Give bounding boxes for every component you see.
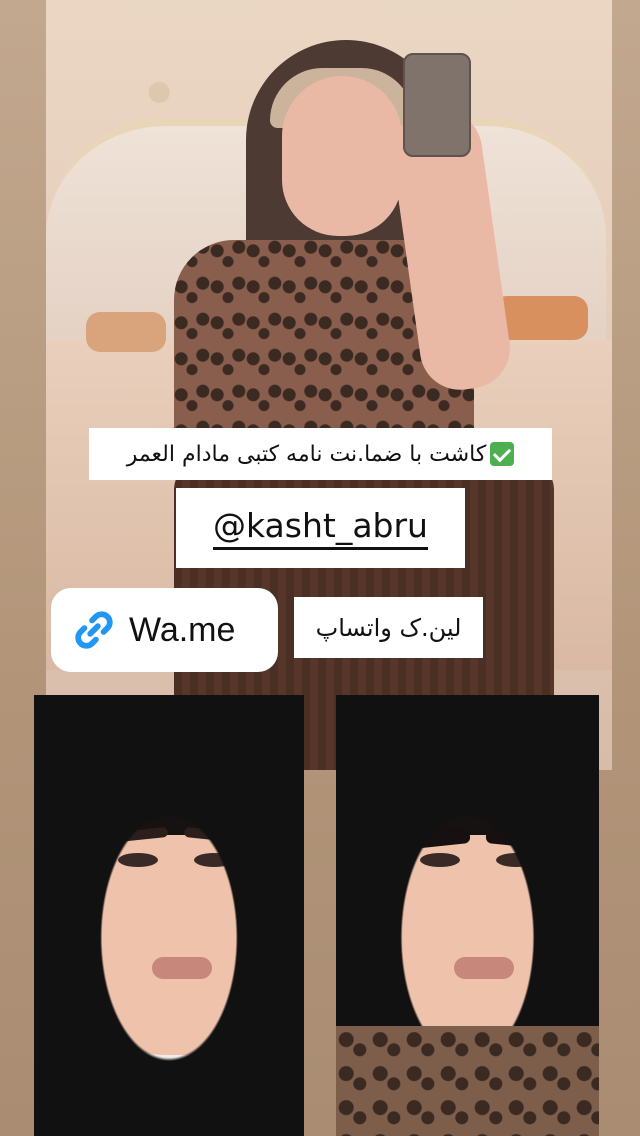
whatsapp-link-sticker[interactable]: Wa.me bbox=[51, 588, 278, 672]
mention-sticker[interactable]: @kasht_abru bbox=[176, 488, 465, 568]
caption-sticker: کاشت با ضما.نت نامه کتبی مادام العمر bbox=[89, 428, 552, 480]
whatsapp-label-sticker: لین.ک واتساپ bbox=[294, 597, 483, 658]
phone-in-hand bbox=[403, 53, 471, 157]
pillow-left bbox=[86, 312, 166, 352]
whatsapp-label-text: لین.ک واتساپ bbox=[315, 613, 462, 642]
link-label[interactable]: Wa.me bbox=[129, 611, 235, 650]
link-icon bbox=[75, 611, 113, 649]
before-photo bbox=[34, 695, 304, 1136]
caption-text: کاشت با ضما.نت نامه کتبی مادام العمر bbox=[126, 441, 487, 467]
face bbox=[282, 76, 402, 236]
after-photo bbox=[336, 695, 599, 1136]
after-leopard-scarf bbox=[336, 1026, 599, 1136]
mention-text[interactable]: @kasht_abru bbox=[213, 506, 428, 550]
before-black-veil bbox=[34, 695, 304, 1136]
check-mark-icon bbox=[490, 442, 515, 466]
